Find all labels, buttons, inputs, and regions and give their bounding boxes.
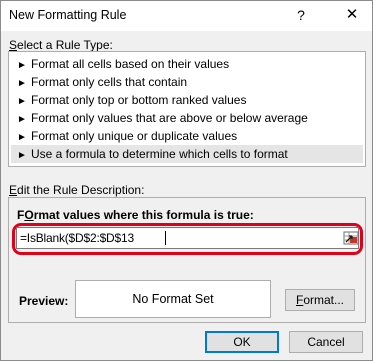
help-button[interactable]: ? [289,3,313,27]
arrow-icon: ► [17,150,27,161]
rule-type-item[interactable]: ► Format only unique or duplicate values [11,127,363,145]
ok-button[interactable]: OK [205,331,279,353]
rule-type-item[interactable]: ► Format all cells based on their values [11,55,363,73]
preview-label: Preview: [19,294,69,308]
formula-value: =IsBlank($D$2:$D$13 [20,231,134,245]
rule-type-list[interactable]: ► Format all cells based on their values … [8,51,366,167]
rule-description-heading: Edit the Rule Description: [9,183,145,197]
rule-type-heading: Select a Rule Type: [9,38,113,52]
close-button[interactable]: ✕ [339,3,365,27]
title-bar: New Formatting Rule ? ✕ [1,1,372,31]
rule-type-item[interactable]: ► Format only cells that contain [11,73,363,91]
rule-type-item[interactable]: ► Format only top or bottom ranked values [11,91,363,109]
cancel-button[interactable]: Cancel [289,331,363,353]
rule-description-panel: FOrmat values where this formula is true… [8,197,366,323]
format-button[interactable]: Format... [285,289,355,311]
range-selector-icon[interactable] [343,230,359,246]
preview-box: No Format Set [75,280,271,318]
rule-type-item-selected[interactable]: ► Use a formula to determine which cells … [11,145,363,163]
rule-type-item[interactable]: ► Format only values that are above or be… [11,109,363,127]
dialog-title: New Formatting Rule [9,8,127,22]
text-caret [165,231,166,245]
formula-label: FOrmat values where this formula is true… [17,208,254,222]
new-formatting-rule-dialog: New Formatting Rule ? ✕ Select a Rule Ty… [0,0,373,361]
formula-input[interactable]: =IsBlank($D$2:$D$13 [16,227,359,249]
